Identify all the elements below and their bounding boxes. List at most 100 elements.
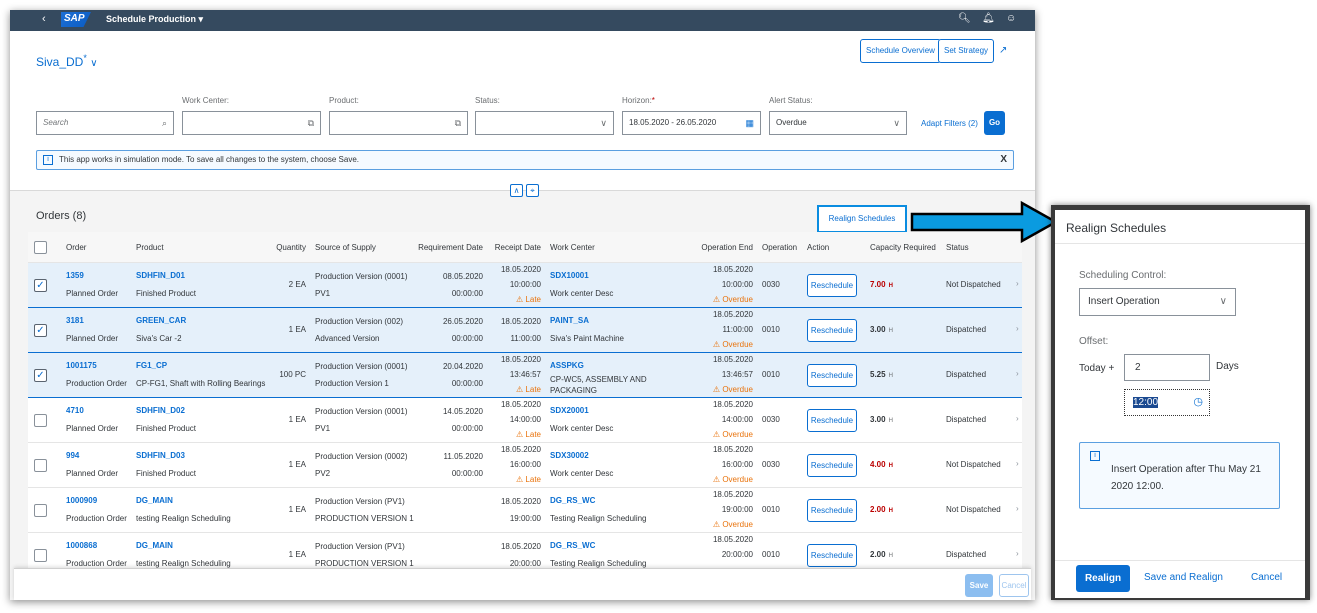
scheduling-control-select[interactable]: Insert Operation ∨ xyxy=(1079,288,1236,316)
row-checkbox[interactable] xyxy=(34,459,47,472)
product-link[interactable]: SDHFIN_D02 xyxy=(136,406,185,415)
reschedule-button[interactable]: Reschedule xyxy=(807,364,857,387)
row-checkbox[interactable] xyxy=(34,549,47,562)
product-link[interactable]: FG1_CP xyxy=(136,361,167,370)
search-icon[interactable]: ⌕ xyxy=(162,112,167,134)
order-link[interactable]: 1000909 xyxy=(66,496,97,505)
work-center-link[interactable]: DG_RS_WC xyxy=(550,541,595,550)
work-center-link[interactable]: DG_RS_WC xyxy=(550,496,595,505)
column-header-order[interactable]: Order xyxy=(66,243,86,252)
user-icon[interactable]: ☺ xyxy=(1006,13,1016,24)
order-link[interactable]: 1359 xyxy=(66,271,84,280)
calendar-icon[interactable]: ▦ xyxy=(745,112,754,134)
days-offset-input[interactable]: 2 xyxy=(1124,354,1210,381)
product-link[interactable]: SDHFIN_D01 xyxy=(136,271,185,280)
bell-icon[interactable]: 🔔︎ xyxy=(982,13,995,24)
set-strategy-button[interactable]: Set Strategy xyxy=(938,39,995,63)
column-header-product[interactable]: Product xyxy=(136,243,164,252)
table-row[interactable]: 1000909 Production Order DG_MAIN testing Re… xyxy=(28,488,1022,533)
table-row[interactable]: ✓ 1359 Planned Order SDHFIN_D01 Finished Pro… xyxy=(28,263,1022,308)
chevron-right-icon[interactable]: › xyxy=(1016,414,1019,423)
product-link[interactable]: DG_MAIN xyxy=(136,541,173,550)
order-link[interactable]: 4710 xyxy=(66,406,84,415)
alert-status-select[interactable]: Overdue ∨ xyxy=(769,111,907,135)
search-icon[interactable]: 🔍︎ xyxy=(958,13,971,24)
order-link[interactable]: 994 xyxy=(66,451,79,460)
reschedule-button[interactable]: Reschedule xyxy=(807,409,857,432)
order-link[interactable]: 1001175 xyxy=(66,361,97,370)
value-help-icon[interactable]: ⧉ xyxy=(455,112,461,134)
dialog-cancel-button[interactable]: Cancel xyxy=(1251,572,1282,583)
collapse-header-button[interactable]: ∧ xyxy=(510,184,523,197)
column-header-quantity[interactable]: Quantity xyxy=(276,243,306,252)
column-header-requirement-date[interactable]: Requirement Date xyxy=(418,243,483,252)
row-checkbox[interactable]: ✓ xyxy=(34,324,47,337)
save-button[interactable]: Save xyxy=(965,574,993,597)
horizon-date-range-input[interactable]: 18.05.2020 - 26.05.2020 ▦ xyxy=(622,111,761,135)
save-and-realign-button[interactable]: Save and Realign xyxy=(1144,572,1223,583)
value-help-icon[interactable]: ⧉ xyxy=(308,112,314,134)
column-header-action[interactable]: Action xyxy=(807,243,829,252)
column-header-source-of-supply[interactable]: Source of Supply xyxy=(315,243,376,252)
work-center-link[interactable]: PAINT_SA xyxy=(550,316,589,325)
close-icon[interactable]: X xyxy=(1000,151,1007,169)
column-header-operation-end[interactable]: Operation End xyxy=(701,243,753,252)
chevron-right-icon[interactable]: › xyxy=(1016,279,1019,288)
product-link[interactable]: DG_MAIN xyxy=(136,496,173,505)
quantity: 1 EA xyxy=(288,325,306,334)
chevron-right-icon[interactable]: › xyxy=(1016,369,1019,378)
chevron-right-icon[interactable]: › xyxy=(1016,549,1019,558)
chevron-right-icon[interactable]: › xyxy=(1016,324,1019,333)
row-checkbox[interactable] xyxy=(34,504,47,517)
product-input[interactable]: ⧉ xyxy=(329,111,468,135)
table-row[interactable]: ✓ 3181 Planned Order GREEN_CAR Siva's Car -2… xyxy=(28,308,1022,353)
order-link[interactable]: 3181 xyxy=(66,316,84,325)
sap-logo[interactable]: SAP xyxy=(61,12,91,27)
source-description: Production Version 1 xyxy=(315,379,389,388)
work-center-link[interactable]: SDX20001 xyxy=(550,406,589,415)
status-select[interactable]: ∨ xyxy=(475,111,614,135)
select-all-checkbox[interactable] xyxy=(34,241,47,254)
realign-schedules-button[interactable]: Realign Schedules xyxy=(817,205,907,233)
go-button[interactable]: Go xyxy=(984,111,1005,135)
table-row[interactable]: 4710 Planned Order SDHFIN_D02 Finished Prod… xyxy=(28,398,1022,443)
order-link[interactable]: 1000868 xyxy=(66,541,97,550)
status-label: Status: xyxy=(475,96,500,105)
schedule-overview-button[interactable]: Schedule Overview xyxy=(860,39,941,63)
column-header-operation[interactable]: Operation xyxy=(762,243,797,252)
cancel-button[interactable]: Cancel xyxy=(999,574,1029,597)
work-center-link[interactable]: SDX30002 xyxy=(550,451,589,460)
reschedule-button[interactable]: Reschedule xyxy=(807,319,857,342)
product-link[interactable]: GREEN_CAR xyxy=(136,316,186,325)
adapt-filters-link[interactable]: Adapt Filters (2) xyxy=(921,119,978,128)
realign-button[interactable]: Realign xyxy=(1076,565,1130,592)
pin-header-button[interactable]: ⌖ xyxy=(526,184,539,197)
reschedule-button[interactable]: Reschedule xyxy=(807,544,857,567)
row-checkbox[interactable]: ✓ xyxy=(34,279,47,292)
search-input[interactable]: Search ⌕ xyxy=(36,111,174,135)
product-description: Finished Product xyxy=(136,289,197,298)
reschedule-button[interactable]: Reschedule xyxy=(807,499,857,522)
work-center-link[interactable]: SDX10001 xyxy=(550,271,589,280)
chevron-left-icon[interactable]: ‹ xyxy=(42,13,46,25)
table-row[interactable]: ✓ 1001175 Production Order FG1_CP CP-FG1, Sh… xyxy=(28,353,1022,398)
capacity-value: 7.00 xyxy=(870,280,886,289)
table-row[interactable]: 994 Planned Order SDHFIN_D03 Finished Produ… xyxy=(28,443,1022,488)
chevron-right-icon[interactable]: › xyxy=(1016,459,1019,468)
work-center-input[interactable]: ⧉ xyxy=(182,111,321,135)
work-center-link[interactable]: ASSPKG xyxy=(550,361,584,370)
variant-selector[interactable]: Siva_DD* ∨ xyxy=(36,53,98,69)
product-description: testing Realign Scheduling xyxy=(136,514,231,523)
column-header-receipt-date[interactable]: Receipt Date xyxy=(495,243,541,252)
chevron-right-icon[interactable]: › xyxy=(1016,504,1019,513)
time-input[interactable]: 12:00 ◷ xyxy=(1124,389,1210,416)
column-header-work-center[interactable]: Work Center xyxy=(550,243,595,252)
clock-icon[interactable]: ◷ xyxy=(1193,390,1203,415)
reschedule-button[interactable]: Reschedule xyxy=(807,274,857,297)
share-icon[interactable]: ↗ xyxy=(999,45,1007,56)
row-checkbox[interactable] xyxy=(34,414,47,427)
reschedule-button[interactable]: Reschedule xyxy=(807,454,857,477)
app-title-menu[interactable]: Schedule Production ▾ xyxy=(106,14,203,25)
row-checkbox[interactable]: ✓ xyxy=(34,369,47,382)
product-link[interactable]: SDHFIN_D03 xyxy=(136,451,185,460)
